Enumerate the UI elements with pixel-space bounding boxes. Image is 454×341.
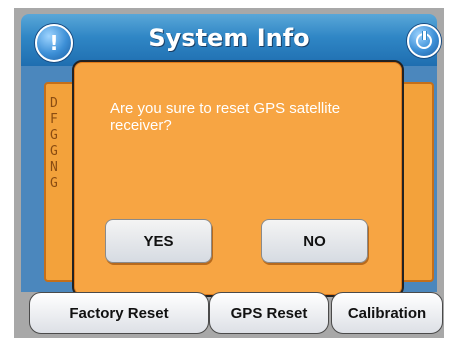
- system-info-lines: D F G G N G: [50, 96, 70, 192]
- power-icon[interactable]: [407, 24, 441, 58]
- info-line-initial: F: [50, 112, 58, 127]
- gps-reset-button[interactable]: GPS Reset: [209, 292, 329, 334]
- dialog-message: Are you sure to reset GPS satellite rece…: [110, 100, 341, 134]
- yes-button[interactable]: YES: [105, 219, 212, 263]
- info-line-initial: D: [50, 96, 58, 111]
- exclamation-glyph: !: [49, 31, 59, 55]
- confirm-dialog: Are you sure to reset GPS satellite rece…: [72, 60, 404, 297]
- calibration-button[interactable]: Calibration: [331, 292, 443, 334]
- page-title: System Info: [148, 24, 310, 52]
- title-bar: System Info: [21, 14, 437, 66]
- info-line-initial: G: [50, 128, 58, 143]
- info-line-initial: N: [50, 160, 58, 175]
- power-glyph: [416, 31, 432, 49]
- factory-reset-button[interactable]: Factory Reset: [29, 292, 209, 334]
- device-screen: System Info ! D F G G N G Are you sure t…: [0, 0, 454, 341]
- info-line-initial: G: [50, 176, 58, 191]
- exclamation-icon[interactable]: !: [35, 24, 73, 62]
- info-line-initial: G: [50, 144, 58, 159]
- no-button[interactable]: NO: [261, 219, 368, 263]
